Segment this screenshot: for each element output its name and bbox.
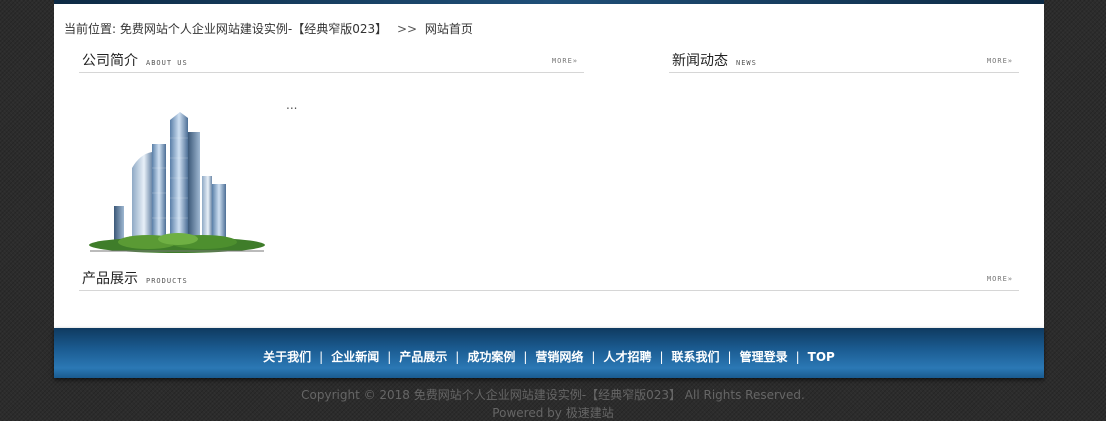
powered-by: Powered by 极速建站 xyxy=(0,404,1106,421)
company-building-image xyxy=(89,112,265,253)
powered-by-link[interactable]: 极速建站 xyxy=(566,406,614,420)
footer-nav-products[interactable]: 产品展示 xyxy=(399,350,447,364)
footer-nav-divider: | xyxy=(455,350,460,364)
about-section-header: 公司简介 ABOUT US MORE» xyxy=(79,46,584,73)
footer-nav-contact[interactable]: 联系我们 xyxy=(672,350,720,364)
products-title: 产品展示 xyxy=(82,271,138,287)
copyright-text: Copyright © 2018 免费网站个人企业网站建设实例-【经典窄版023… xyxy=(301,388,805,402)
news-section-header: 新闻动态 NEWS MORE» xyxy=(669,46,1019,73)
breadcrumb-prefix: 当前位置: xyxy=(64,22,117,36)
footer-nav-network[interactable]: 营销网络 xyxy=(535,350,583,364)
footer-nav-divider: | xyxy=(387,350,392,364)
footer-nav-divider: | xyxy=(795,350,800,364)
products-more-link[interactable]: MORE» xyxy=(987,275,1013,283)
footer-nav-cases[interactable]: 成功案例 xyxy=(467,350,515,364)
main-content: 当前位置: 免费网站个人企业网站建设实例-【经典窄版023】 >> 网站首页 公… xyxy=(54,4,1044,328)
footer-nav-bar: 关于我们 | 企业新闻 | 产品展示 | 成功案例 | 营销网络 | 人才招聘 | 联系我们 | 管理登录 |… xyxy=(54,328,1044,378)
copyright-block: Copyright © 2018 免费网站个人企业网站建设实例-【经典窄版023… xyxy=(0,386,1106,421)
about-title-en: ABOUT US xyxy=(146,59,188,67)
news-more-link[interactable]: MORE» xyxy=(987,57,1013,65)
news-title: 新闻动态 xyxy=(672,53,728,69)
footer-nav-divider: | xyxy=(659,350,664,364)
breadcrumb-separator: >> xyxy=(396,22,418,36)
powered-by-prefix: Powered by xyxy=(492,406,562,420)
footer-nav-divider: | xyxy=(523,350,528,364)
footer-nav: 关于我们 | 企业新闻 | 产品展示 | 成功案例 | 营销网络 | 人才招聘 | 联系我们 | 管理登录 |… xyxy=(54,348,1044,365)
footer-nav-divider: | xyxy=(727,350,732,364)
news-title-en: NEWS xyxy=(736,59,757,67)
footer-nav-jobs[interactable]: 人才招聘 xyxy=(603,350,651,364)
breadcrumb-site-title[interactable]: 免费网站个人企业网站建设实例-【经典窄版023】 xyxy=(120,22,387,36)
about-text: ... xyxy=(286,98,298,112)
about-title: 公司简介 xyxy=(82,53,138,69)
footer-nav-divider: | xyxy=(319,350,324,364)
breadcrumb: 当前位置: 免费网站个人企业网站建设实例-【经典窄版023】 >> 网站首页 xyxy=(64,20,473,37)
footer-nav-about[interactable]: 关于我们 xyxy=(263,350,311,364)
products-title-en: PRODUCTS xyxy=(146,277,188,285)
breadcrumb-current[interactable]: 网站首页 xyxy=(425,22,473,36)
footer-nav-news[interactable]: 企业新闻 xyxy=(331,350,379,364)
about-more-link[interactable]: MORE» xyxy=(552,57,578,65)
products-section-header: 产品展示 PRODUCTS MORE» xyxy=(79,264,1019,291)
footer-nav-admin-login[interactable]: 管理登录 xyxy=(740,350,788,364)
footer-nav-divider: | xyxy=(591,350,596,364)
footer-nav-top[interactable]: TOP xyxy=(808,350,835,364)
